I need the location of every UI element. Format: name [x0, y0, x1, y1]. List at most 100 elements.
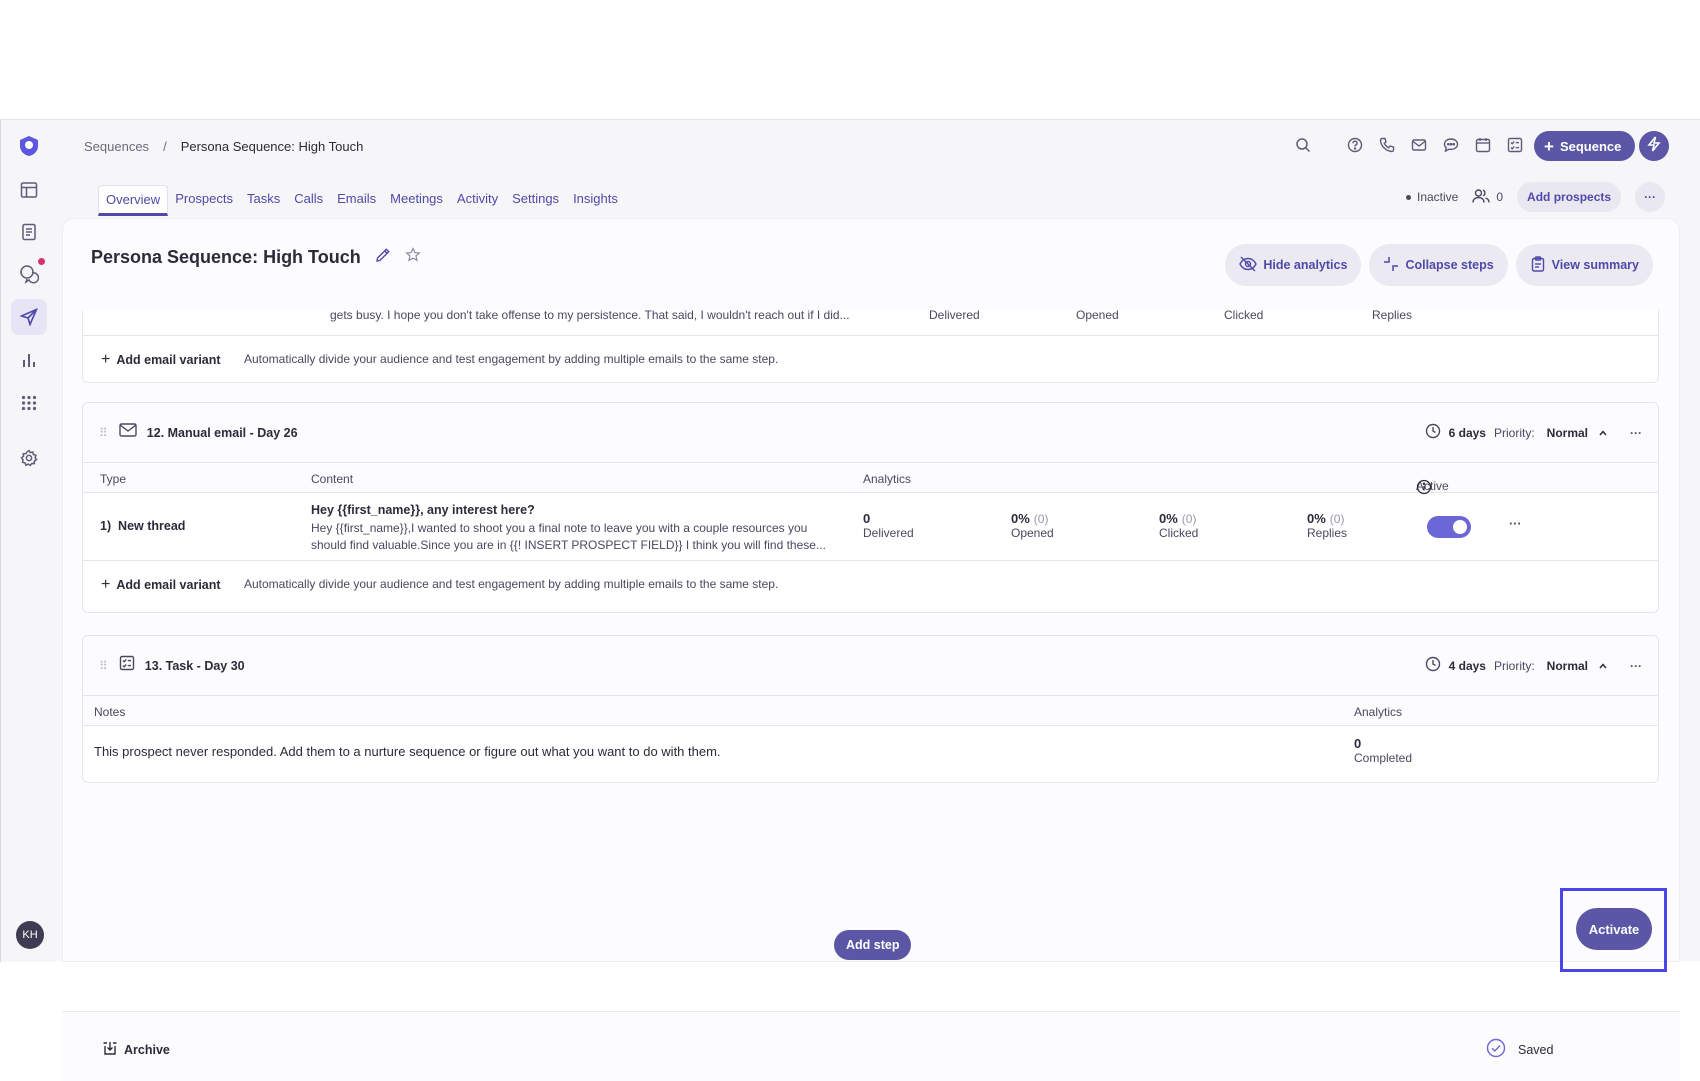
plus-icon: + — [1544, 136, 1554, 156]
email-body-line1: Hey {{first_name}},I wanted to shoot you… — [311, 521, 808, 535]
tab-overview[interactable]: Overview — [98, 185, 169, 216]
edit-pencil-icon[interactable] — [375, 247, 391, 268]
email-subject: Hey {{first_name}}, any interest here? — [311, 503, 535, 517]
add-email-variant-button[interactable]: + Add email variant — [101, 576, 221, 594]
chevron-up-icon[interactable] — [1598, 659, 1608, 673]
save-status: Saved — [1486, 1038, 1553, 1061]
col-notes: Notes — [94, 705, 126, 719]
new-sequence-button[interactable]: + Sequence — [1534, 131, 1636, 161]
email-preview-text: gets busy. I hope you don't take offense… — [330, 310, 850, 322]
step-header: ⠿ 12. Manual email - Day 26 6 days Prior… — [83, 403, 1658, 463]
hide-analytics-button[interactable]: Hide analytics — [1225, 244, 1362, 286]
delivered-label: Delivered — [929, 310, 980, 322]
priority-value[interactable]: Normal — [1547, 426, 1588, 440]
table-row[interactable]: This prospect never responded. Add them … — [83, 726, 1658, 782]
email-icon[interactable] — [1410, 136, 1428, 154]
star-icon[interactable] — [405, 247, 421, 268]
metric-delivered: 0 Delivered — [863, 511, 914, 540]
search-icon[interactable] — [1294, 136, 1312, 154]
page-title: Persona Sequence: High Touch — [91, 247, 361, 267]
step-more-icon[interactable]: ··· — [1630, 426, 1642, 440]
tab-settings[interactable]: Settings — [505, 185, 566, 216]
new-sequence-label: Sequence — [1559, 138, 1622, 154]
page-header: Persona Sequence: High Touch — [91, 247, 421, 268]
tab-prospects[interactable]: Prospects — [168, 185, 240, 216]
add-step-button[interactable]: Add step — [834, 930, 912, 960]
priority-label: Priority: — [1493, 425, 1535, 440]
opened-label: Opened — [1076, 310, 1119, 322]
tab-activity[interactable]: Activity — [450, 185, 505, 216]
calendar-icon[interactable] — [1474, 136, 1492, 154]
step-title: 12. Manual email - Day 26 — [146, 425, 298, 440]
sequence-status-bar: Inactive 0 Add prospects ··· — [1406, 182, 1666, 212]
collapse-steps-button[interactable]: Collapse steps — [1369, 244, 1508, 286]
priority-label: Priority: — [1493, 658, 1535, 673]
sequences-icon[interactable] — [11, 299, 47, 335]
tab-insights[interactable]: Insights — [566, 185, 625, 216]
plus-icon: + — [101, 576, 111, 593]
notes-icon[interactable] — [15, 218, 43, 246]
step-card-13: ⠿ 13. Task - Day 30 4 days Priority: Nor… — [82, 635, 1659, 783]
task-checklist-icon — [119, 655, 135, 676]
step-more-icon[interactable]: ··· — [1630, 659, 1642, 673]
archive-icon — [102, 1040, 118, 1059]
add-email-variant-row: + Add email variant Automatically divide … — [83, 561, 1658, 607]
drag-handle-icon[interactable]: ⠿ — [99, 659, 108, 673]
step-delay[interactable]: 6 days — [1449, 426, 1486, 440]
drag-handle-icon[interactable]: ⠿ — [99, 426, 108, 440]
col-analytics: Analytics — [863, 472, 912, 486]
tab-calls[interactable]: Calls — [287, 185, 330, 216]
sequence-tabs: Overview Prospects Tasks Calls Emails Me… — [98, 185, 625, 216]
step-card-12: ⠿ 12. Manual email - Day 26 6 days Prior… — [82, 402, 1659, 613]
col-content: Content — [311, 472, 354, 486]
quick-actions-button[interactable] — [1639, 131, 1669, 161]
panel-actions: Hide analytics Collapse steps View summa… — [1225, 244, 1653, 286]
add-email-variant-row: + Add email variant Automatically divide … — [83, 336, 1658, 382]
row-more-icon[interactable]: ··· — [1509, 517, 1522, 531]
prospect-count[interactable]: 0 — [1472, 188, 1503, 207]
help-icon[interactable] — [1346, 136, 1364, 154]
active-toggle[interactable] — [1427, 516, 1471, 538]
col-analytics: Analytics — [1354, 705, 1403, 719]
priority-value[interactable]: Normal — [1547, 659, 1588, 673]
add-prospects-button[interactable]: Add prospects — [1517, 182, 1622, 212]
add-email-variant-button[interactable]: + Add email variant — [101, 351, 221, 369]
footer-bar: Archive Saved — [62, 1011, 1680, 1081]
step-meta: 4 days Priority: Normal ··· — [1425, 656, 1642, 675]
breadcrumb-sequences-link[interactable]: Sequences — [84, 139, 149, 154]
step-title: 13. Task - Day 30 — [144, 658, 245, 673]
dashboard-icon[interactable] — [15, 176, 43, 204]
phone-icon[interactable] — [1378, 136, 1396, 154]
more-options-button[interactable]: ··· — [1635, 182, 1666, 212]
status-badge: Inactive — [1406, 190, 1458, 204]
variant-description: Automatically divide your audience and t… — [244, 577, 779, 591]
chat-icon[interactable] — [1442, 136, 1460, 154]
replies-label: Replies — [1372, 310, 1413, 322]
left-rail: KH — [0, 120, 56, 962]
top-icons — [1294, 136, 1524, 154]
apps-grid-icon[interactable] — [15, 389, 43, 417]
archive-button[interactable]: Archive — [102, 1040, 170, 1059]
activate-button[interactable]: Activate — [1576, 908, 1652, 950]
step-delay[interactable]: 4 days — [1449, 659, 1486, 673]
tab-emails[interactable]: Emails — [330, 185, 383, 216]
check-circle-icon — [1486, 1038, 1506, 1061]
tasks-icon[interactable] — [1506, 136, 1524, 154]
email-body-line2: should find valuable.Since you are in {{… — [311, 538, 826, 552]
view-summary-button[interactable]: View summary — [1515, 244, 1653, 286]
tab-tasks[interactable]: Tasks — [240, 185, 287, 216]
collapse-icon — [1383, 256, 1399, 275]
chevron-up-icon[interactable] — [1598, 426, 1608, 440]
logo-icon[interactable] — [15, 132, 43, 160]
settings-gear-icon[interactable] — [15, 444, 43, 472]
user-avatar[interactable]: KH — [16, 921, 44, 949]
tab-meetings[interactable]: Meetings — [383, 185, 450, 216]
analytics-icon[interactable] — [15, 346, 43, 374]
metric-opened: 0% (0) Opened — [1011, 511, 1054, 540]
top-bar: Sequences / Persona Sequence: High Touch… — [56, 120, 1700, 172]
table-row[interactable]: 1) New thread Hey {{first_name}}, any in… — [83, 493, 1658, 561]
clock-icon — [1425, 423, 1441, 442]
notification-dot — [38, 258, 45, 265]
metric-clicked: 0% (0) Clicked — [1159, 511, 1199, 540]
previous-step-row: gets busy. I hope you don't take offense… — [83, 310, 1658, 336]
